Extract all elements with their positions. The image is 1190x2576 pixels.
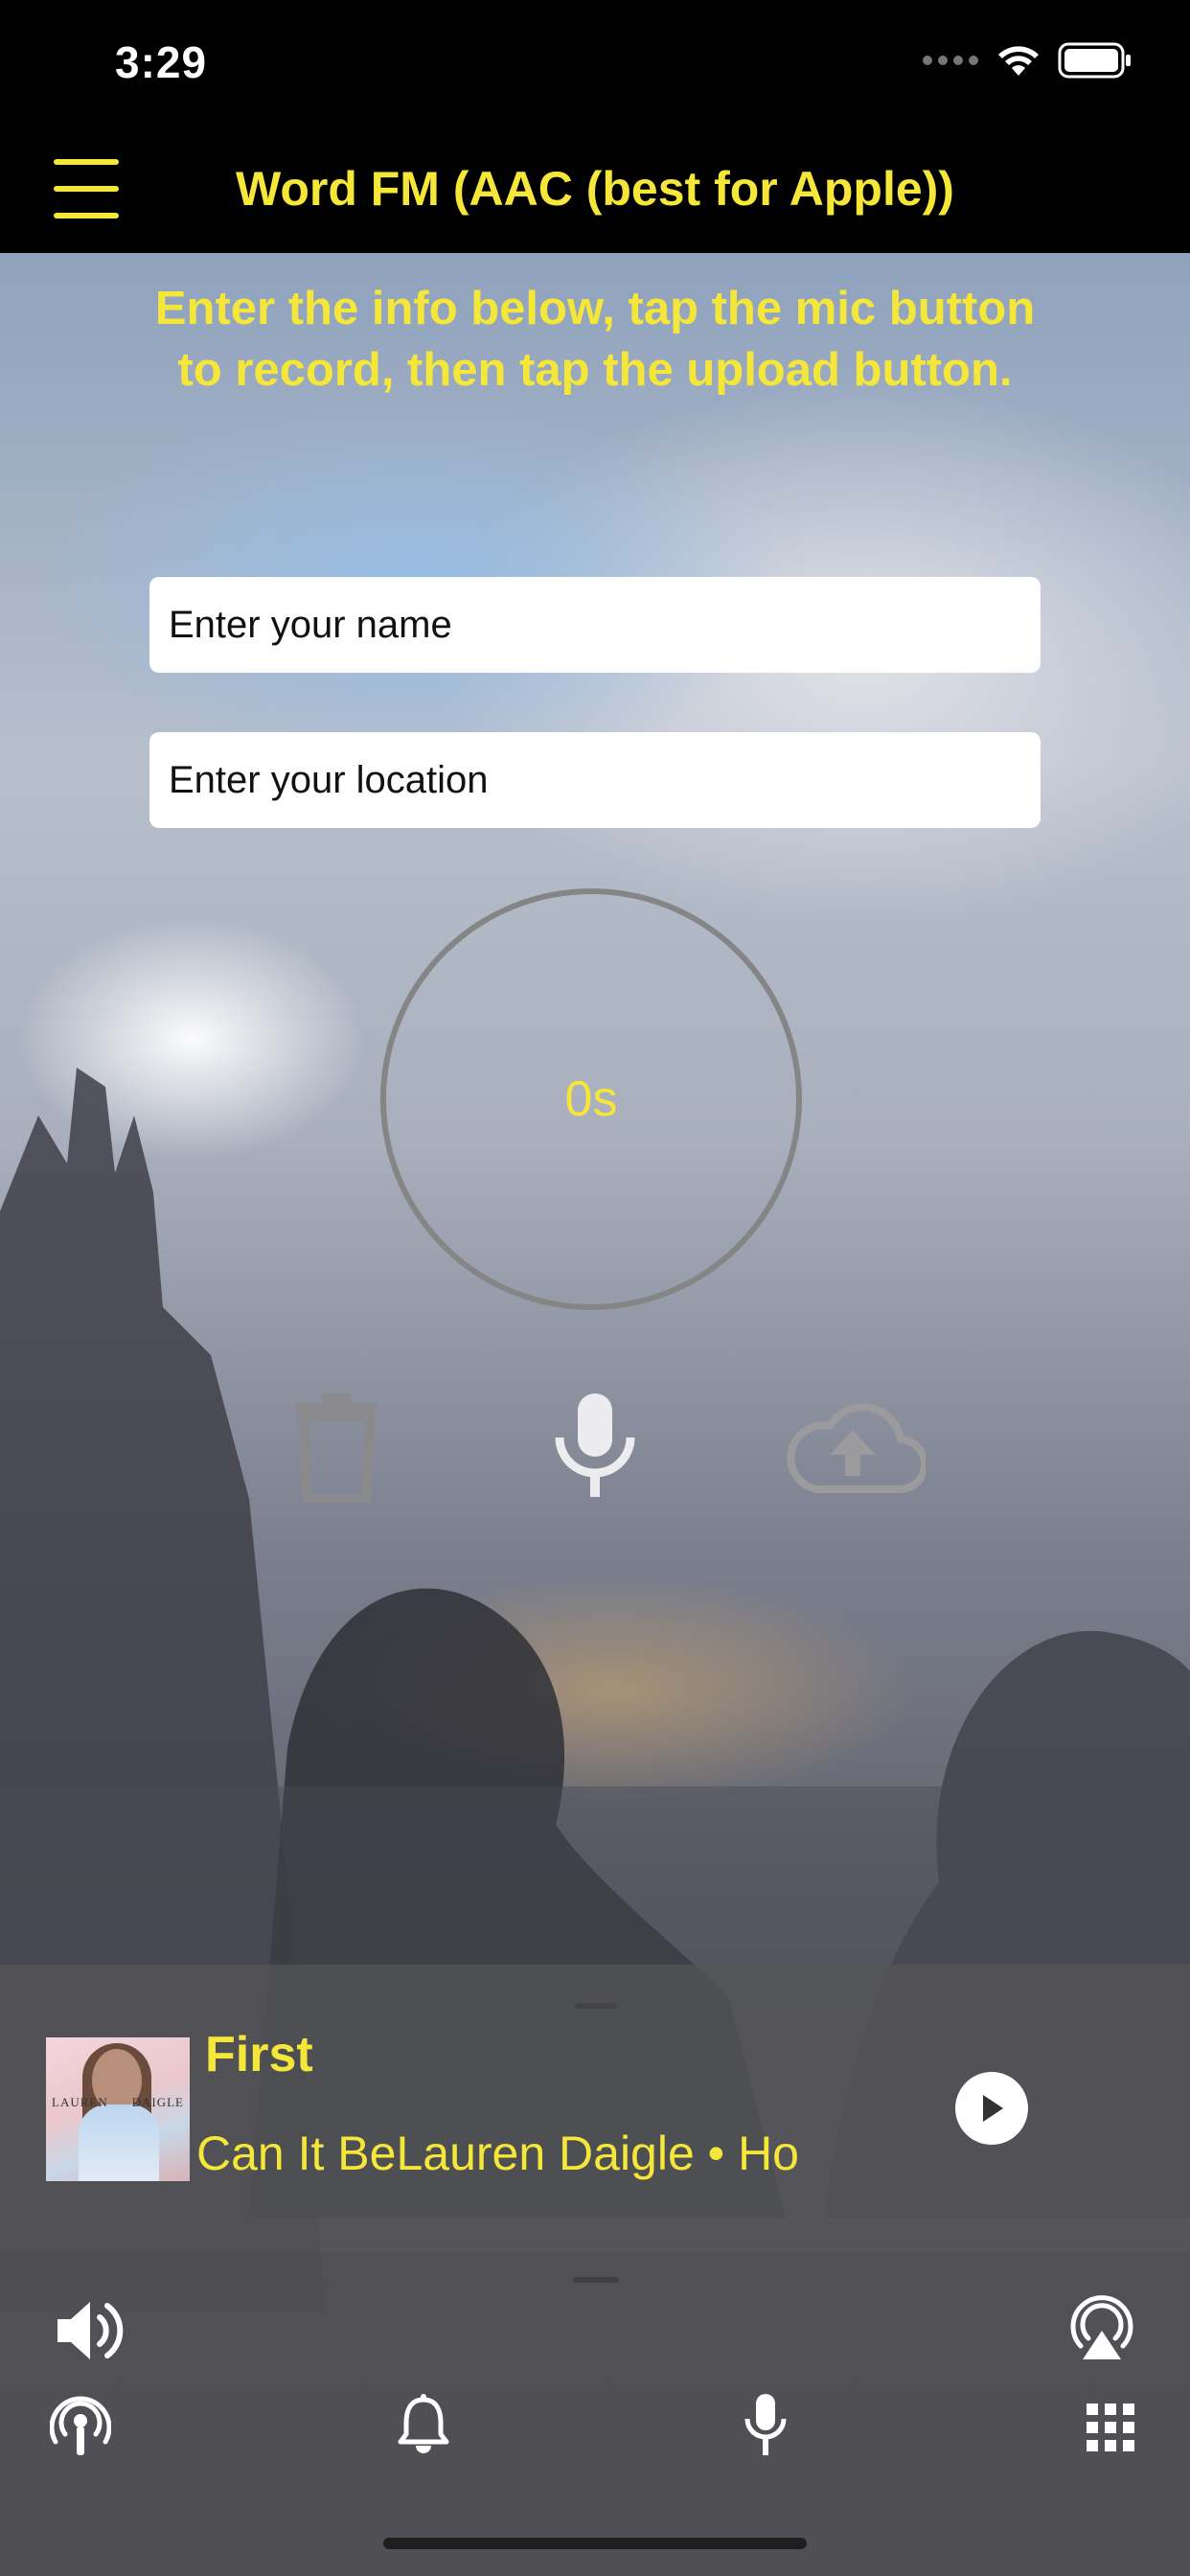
player-grip-handle[interactable] — [575, 2003, 617, 2009]
microphone-nav-icon[interactable] — [744, 2392, 788, 2459]
app-header: Word FM (AAC (best for Apple)) — [0, 126, 1190, 253]
wifi-icon — [998, 46, 1039, 76]
name-input[interactable] — [149, 577, 1041, 673]
trash-icon[interactable] — [293, 1392, 379, 1503]
status-icons — [922, 42, 1133, 79]
status-time: 3:29 — [115, 37, 208, 87]
play-icon — [983, 2095, 1003, 2122]
record-timer-ring: 0s — [380, 888, 802, 1310]
album-art: LAUREN DAIGLE — [46, 2037, 190, 2181]
bell-icon[interactable] — [397, 2394, 450, 2455]
song-subtitle-marquee: Can It BeLauren Daigle • Ho — [196, 2126, 829, 2193]
bottom-toolbar — [0, 2252, 1190, 2576]
record-timer: 0s — [564, 1071, 618, 1127]
grid-icon[interactable] — [1087, 2404, 1134, 2451]
song-subtitle: Can It BeLauren Daigle • Ho — [196, 2127, 799, 2180]
volume-icon[interactable] — [54, 2296, 126, 2365]
play-button[interactable] — [955, 2072, 1028, 2145]
instructions-text: Enter the info below, tap the mic button… — [154, 283, 1036, 396]
page-title: Word FM (AAC (best for Apple)) — [236, 162, 954, 216]
airplay-icon[interactable] — [1067, 2292, 1136, 2361]
signal-dots-icon — [923, 56, 978, 65]
microphone-icon[interactable] — [552, 1392, 638, 1506]
now-playing-bar[interactable]: LAUREN DAIGLE First Can It BeLauren Daig… — [0, 1965, 1190, 2252]
cloud-upload-icon[interactable] — [780, 1397, 926, 1493]
podcast-icon[interactable] — [50, 2396, 111, 2457]
location-input[interactable] — [149, 732, 1041, 828]
toolbar-grip-handle[interactable] — [573, 2277, 619, 2283]
battery-icon — [1058, 42, 1131, 79]
song-title: First — [205, 2027, 313, 2082]
home-indicator[interactable] — [383, 2538, 807, 2549]
status-bar: 3:29 — [0, 0, 1190, 126]
